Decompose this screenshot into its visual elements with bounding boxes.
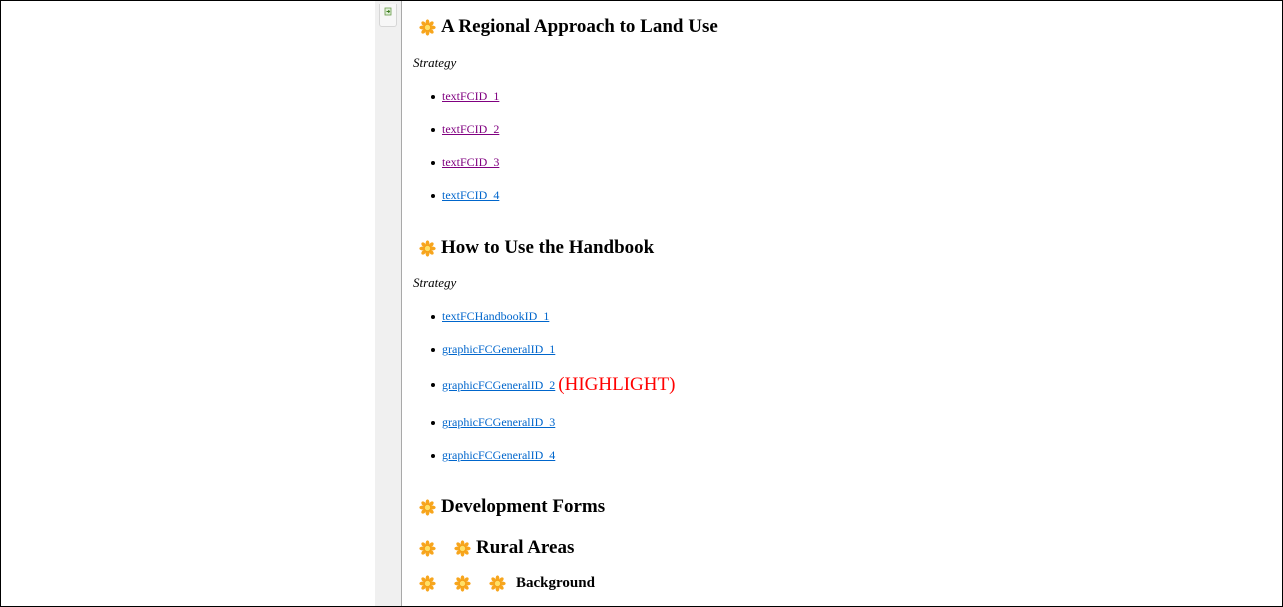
collapse-toggle-button[interactable] (379, 4, 397, 27)
document-frame: A Regional Approach to Land Use Strategy… (0, 0, 1283, 607)
flower-icon (419, 240, 436, 257)
flower-icon (419, 540, 436, 557)
bullet (431, 347, 435, 352)
bullet (431, 453, 435, 458)
link-textfcid-4[interactable]: textFCID_4 (442, 188, 499, 203)
bullet (431, 193, 435, 198)
bullet (431, 383, 435, 387)
link-textfcid-2[interactable]: textFCID_2 (442, 122, 499, 137)
link-graphicfcgeneralid-4[interactable]: graphicFCGeneralID_4 (442, 448, 555, 463)
list-item: textFCID_4 (431, 188, 499, 203)
section-heading: A Regional Approach to Land Use (419, 16, 718, 38)
link-textfcid-1[interactable]: textFCID_1 (442, 89, 499, 104)
link-textfchandbookid-1[interactable]: textFCHandbookID_1 (442, 309, 549, 324)
link-graphicfcgeneralid-1[interactable]: graphicFCGeneralID_1 (442, 342, 555, 357)
flower-icon (454, 575, 471, 592)
section-title: How to Use the Handbook (441, 237, 655, 258)
list-item: graphicFCGeneralID_1 (431, 342, 555, 357)
list-item: textFCHandbookID_1 (431, 309, 549, 324)
bullet (431, 420, 435, 425)
flower-icon (419, 499, 436, 516)
flower-icon (419, 19, 436, 36)
content-area: A Regional Approach to Land Use Strategy… (413, 1, 1282, 606)
section-heading: Background (419, 575, 595, 592)
expand-arrow-icon (384, 7, 392, 16)
list-item: graphicFCGeneralID_2 (HIGHLIGHT) (431, 374, 675, 396)
section-title: Development Forms (441, 496, 606, 517)
list-item: graphicFCGeneralID_3 (431, 415, 555, 430)
flower-icon (489, 575, 506, 592)
section-heading: Rural Areas (419, 537, 574, 559)
list-item: textFCID_2 (431, 122, 499, 137)
section-title: Background (516, 575, 595, 591)
section-title: Rural Areas (476, 537, 575, 558)
list-item: textFCID_1 (431, 89, 499, 104)
flower-icon (419, 575, 436, 592)
section-heading: Development Forms (419, 496, 605, 518)
section-title: A Regional Approach to Land Use (441, 16, 718, 37)
link-graphicfcgeneralid-3[interactable]: graphicFCGeneralID_3 (442, 415, 555, 430)
bullet (431, 127, 435, 132)
list-item: textFCID_3 (431, 155, 499, 170)
list-item: graphicFCGeneralID_4 (431, 448, 555, 463)
section-heading: How to Use the Handbook (419, 237, 654, 259)
divider (401, 1, 402, 606)
bullet (431, 314, 435, 319)
link-textfcid-3[interactable]: textFCID_3 (442, 155, 499, 170)
strategy-label: Strategy (413, 55, 457, 70)
highlight-label: (HIGHLIGHT) (558, 374, 676, 395)
flower-icon (454, 540, 471, 557)
bullet (431, 160, 435, 165)
bullet (431, 94, 435, 99)
link-graphicfcgeneralid-2[interactable]: graphicFCGeneralID_2 (442, 378, 555, 393)
strategy-label: Strategy (413, 275, 457, 290)
side-strip (375, 1, 402, 606)
